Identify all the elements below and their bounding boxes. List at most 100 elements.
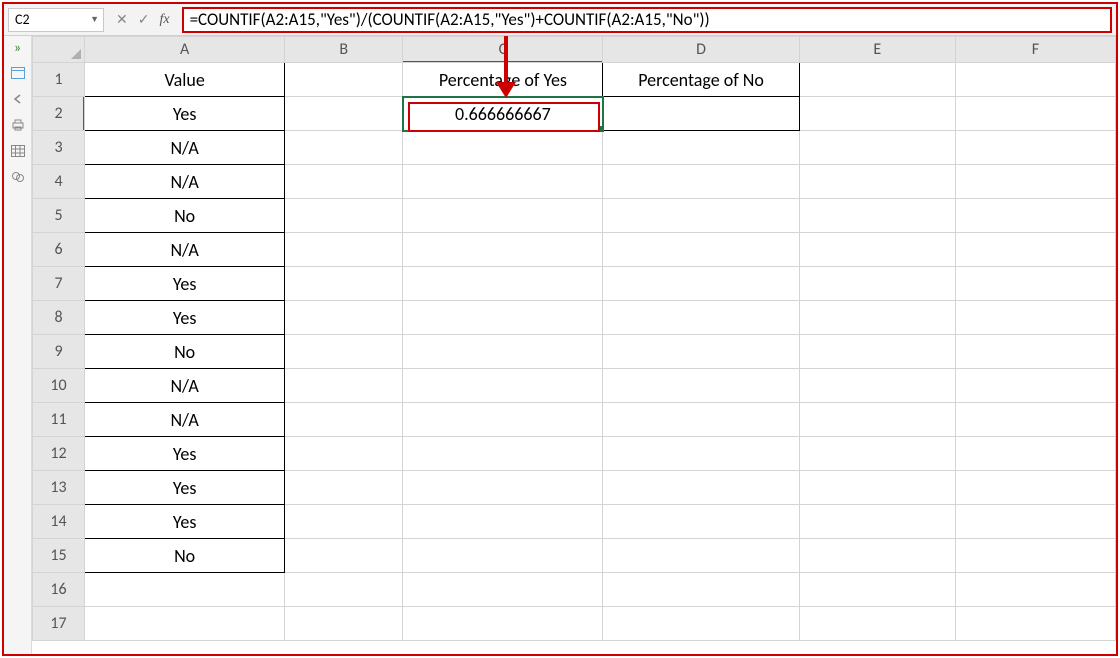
cell[interactable] <box>403 539 603 573</box>
cell-B1[interactable] <box>285 63 403 97</box>
cell[interactable] <box>955 335 1115 369</box>
cell-D1[interactable]: Percentage of No <box>603 63 799 97</box>
cell[interactable] <box>799 369 955 403</box>
name-box[interactable]: C2 ▼ <box>8 8 104 32</box>
cell[interactable] <box>799 573 955 607</box>
cell[interactable] <box>403 233 603 267</box>
col-header-C[interactable]: C <box>403 37 603 63</box>
cell[interactable] <box>799 335 955 369</box>
expand-pane-icon[interactable]: » <box>10 40 26 54</box>
row-header[interactable]: 8 <box>33 301 85 335</box>
cell[interactable] <box>799 199 955 233</box>
cell-A15[interactable]: No <box>85 539 285 573</box>
row-header[interactable]: 17 <box>33 607 85 641</box>
cell[interactable] <box>799 437 955 471</box>
cell[interactable] <box>799 233 955 267</box>
row-header[interactable]: 2 <box>33 97 85 131</box>
cell[interactable] <box>85 607 285 641</box>
cell[interactable] <box>603 199 799 233</box>
cell[interactable] <box>285 165 403 199</box>
cell[interactable] <box>799 607 955 641</box>
row-header[interactable]: 13 <box>33 471 85 505</box>
cell[interactable] <box>955 471 1115 505</box>
cell-A1[interactable]: Value <box>85 63 285 97</box>
row-header[interactable]: 4 <box>33 165 85 199</box>
enter-formula-icon[interactable]: ✓ <box>138 11 150 28</box>
cell[interactable] <box>403 131 603 165</box>
cell[interactable] <box>799 539 955 573</box>
cell[interactable] <box>955 165 1115 199</box>
cell-A7[interactable]: Yes <box>85 267 285 301</box>
cell[interactable] <box>285 437 403 471</box>
cell[interactable] <box>955 403 1115 437</box>
cell[interactable] <box>403 369 603 403</box>
cell-A14[interactable]: Yes <box>85 505 285 539</box>
cell-E1[interactable] <box>799 63 955 97</box>
cell[interactable] <box>285 573 403 607</box>
cell[interactable] <box>603 607 799 641</box>
cell[interactable] <box>799 403 955 437</box>
cell[interactable] <box>285 607 403 641</box>
cell[interactable] <box>285 199 403 233</box>
cell[interactable] <box>403 199 603 233</box>
cell[interactable] <box>403 267 603 301</box>
cell[interactable] <box>285 505 403 539</box>
cell[interactable] <box>285 233 403 267</box>
cell[interactable] <box>603 437 799 471</box>
cell[interactable] <box>403 335 603 369</box>
cell[interactable] <box>285 403 403 437</box>
cell[interactable] <box>955 199 1115 233</box>
name-box-dropdown-icon[interactable]: ▼ <box>90 14 99 25</box>
row-header[interactable]: 5 <box>33 199 85 233</box>
cell-A6[interactable]: N/A <box>85 233 285 267</box>
cell[interactable] <box>403 505 603 539</box>
grid-icon[interactable] <box>10 144 26 158</box>
cell[interactable] <box>603 267 799 301</box>
cell[interactable] <box>955 301 1115 335</box>
col-header-D[interactable]: D <box>603 37 799 63</box>
row-header[interactable]: 1 <box>33 63 85 97</box>
cell-grid[interactable]: A B C D E F 1 Value Percentage of Yes P <box>32 36 1116 641</box>
insert-function-icon[interactable]: fx <box>159 12 169 28</box>
cell[interactable] <box>403 301 603 335</box>
cell[interactable] <box>603 573 799 607</box>
cell[interactable] <box>955 437 1115 471</box>
cell-A12[interactable]: Yes <box>85 437 285 471</box>
back-icon[interactable] <box>10 92 26 106</box>
cell[interactable] <box>285 301 403 335</box>
cell[interactable] <box>603 301 799 335</box>
cell-B2[interactable] <box>285 97 403 131</box>
cell[interactable] <box>955 369 1115 403</box>
cell[interactable] <box>955 573 1115 607</box>
cell[interactable] <box>85 573 285 607</box>
col-header-B[interactable]: B <box>285 37 403 63</box>
cell[interactable] <box>955 539 1115 573</box>
row-header[interactable]: 7 <box>33 267 85 301</box>
cell[interactable] <box>603 335 799 369</box>
cell[interactable] <box>285 539 403 573</box>
cell[interactable] <box>285 267 403 301</box>
cell-D2[interactable] <box>603 97 799 131</box>
row-header[interactable]: 10 <box>33 369 85 403</box>
cell[interactable] <box>403 573 603 607</box>
cell[interactable] <box>799 505 955 539</box>
cell-C1[interactable]: Percentage of Yes <box>403 63 603 97</box>
cell-E2[interactable] <box>799 97 955 131</box>
cell-A4[interactable]: N/A <box>85 165 285 199</box>
cell[interactable] <box>603 131 799 165</box>
cell-A3[interactable]: N/A <box>85 131 285 165</box>
cell[interactable] <box>403 165 603 199</box>
cell[interactable] <box>403 471 603 505</box>
cell[interactable] <box>403 607 603 641</box>
cell[interactable] <box>955 267 1115 301</box>
cell[interactable] <box>403 437 603 471</box>
cell[interactable] <box>799 471 955 505</box>
cell-C2[interactable]: 0.666666667 <box>403 97 603 131</box>
window-icon[interactable] <box>10 66 26 80</box>
cell[interactable] <box>603 165 799 199</box>
cell-F2[interactable] <box>955 97 1115 131</box>
col-header-E[interactable]: E <box>799 37 955 63</box>
cell-A10[interactable]: N/A <box>85 369 285 403</box>
row-header[interactable]: 16 <box>33 573 85 607</box>
cell[interactable] <box>955 505 1115 539</box>
